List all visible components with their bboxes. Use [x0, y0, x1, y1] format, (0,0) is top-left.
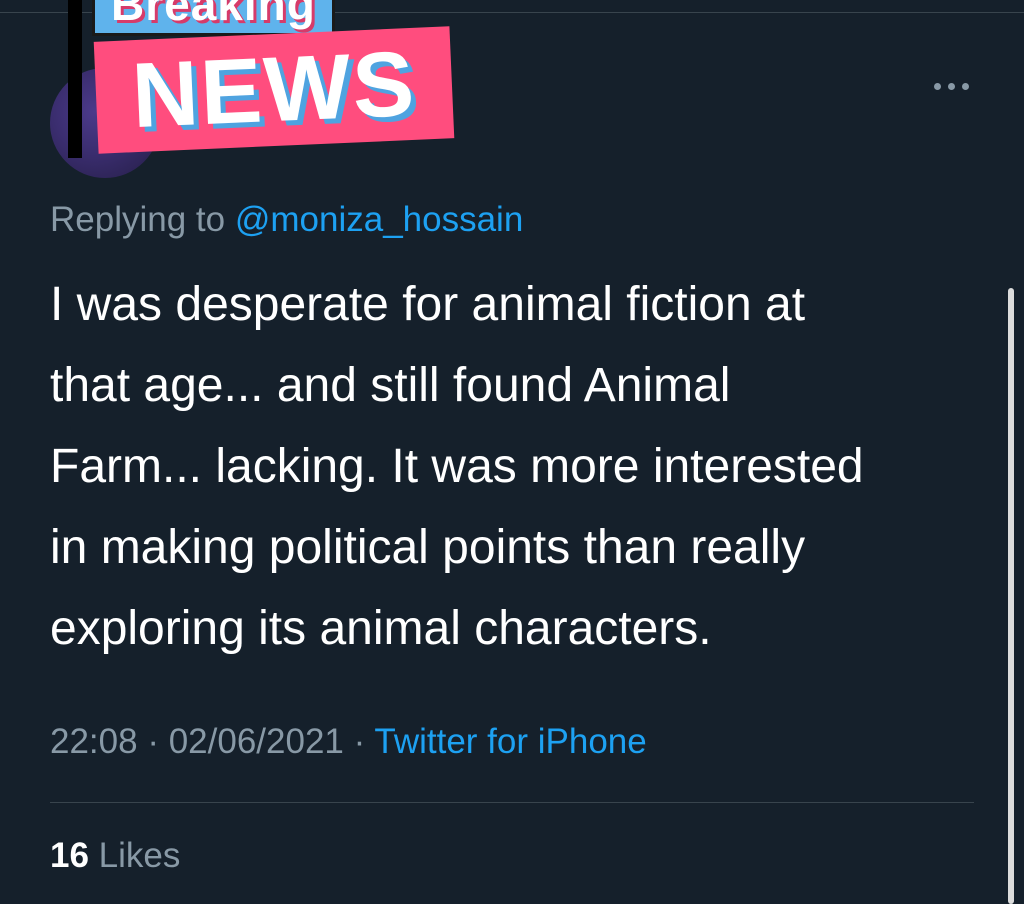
- replying-to: Replying to @moniza_hossain: [50, 200, 523, 240]
- tweet-text-line: Farm... lacking. It was more interested: [50, 440, 864, 493]
- sticker-breaking-label: Breaking: [92, 0, 335, 36]
- replying-to-handle-link[interactable]: @moniza_hossain: [235, 200, 523, 239]
- tweet-source-link[interactable]: Twitter for iPhone: [374, 722, 646, 761]
- scrollbar[interactable]: [1008, 288, 1014, 904]
- sticker-pole: [68, 0, 82, 158]
- divider: [50, 802, 974, 803]
- sticker-news-banner: NEWS: [93, 26, 455, 154]
- replying-to-prefix: Replying to: [50, 200, 226, 239]
- likes-count: 16: [50, 836, 89, 875]
- likes-link[interactable]: 16 Likes: [50, 836, 180, 876]
- meta-separator: ·: [147, 722, 159, 761]
- tweet-time: 22:08: [50, 722, 138, 761]
- tweet-text-line: in making political points than really: [50, 521, 806, 574]
- meta-separator: ·: [353, 722, 366, 761]
- tweet-meta: 22:08 · 02/06/2021 · Twitter for iPhone: [50, 722, 647, 762]
- tweet-date: 02/06/2021: [168, 722, 344, 761]
- tweet-text-line: that age... and still found Animal: [50, 359, 731, 412]
- more-horizontal-icon[interactable]: [930, 76, 974, 96]
- likes-label: Likes: [98, 836, 181, 875]
- sticker-news-label: NEWS: [129, 32, 419, 148]
- tweet-text-line: I was desperate for animal fiction at: [50, 278, 806, 331]
- tweet-text-line: exploring its animal characters.: [50, 602, 712, 655]
- tweet-text: I was desperate for animal fiction at th…: [50, 264, 950, 669]
